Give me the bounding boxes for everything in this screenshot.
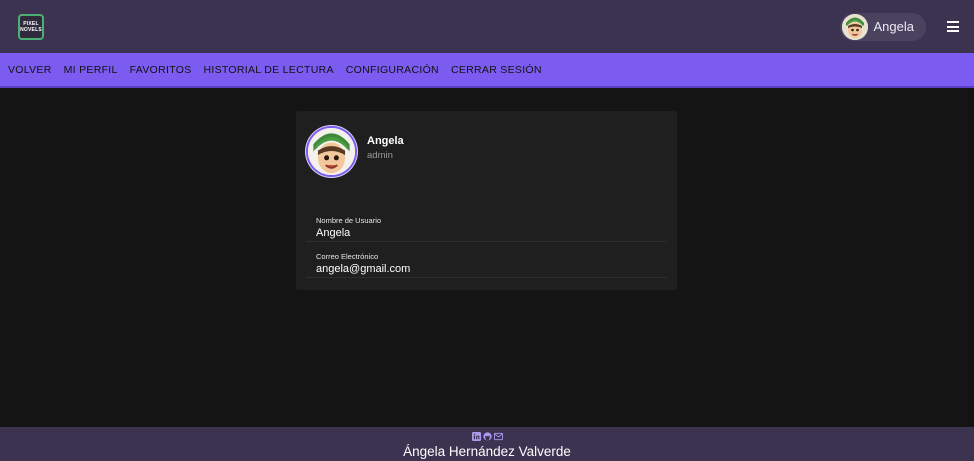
footer-author: Ángela Hernández Valverde <box>403 444 571 459</box>
profile-navbar: VOLVER MI PERFIL FAVORITOS HISTORIAL DE … <box>0 53 974 88</box>
social-links <box>471 431 503 441</box>
email-label: Correo Electrónico <box>316 252 379 261</box>
logo-text: PIXEL NOVELS <box>20 20 42 33</box>
username-value: Angela <box>316 227 351 239</box>
pixel-novels-logo[interactable]: PIXEL NOVELS <box>18 13 44 40</box>
profile-text: Angela admin <box>367 135 404 161</box>
email-value: angela@gmail.com <box>316 263 411 275</box>
hamburger-menu-icon[interactable] <box>942 16 964 38</box>
nav-cerrar-sesion[interactable]: CERRAR SESIÓN <box>445 64 548 76</box>
header-right: Angela <box>839 12 964 41</box>
username-field: Nombre de Usuario Angela <box>306 216 667 242</box>
top-header: PIXEL NOVELS Angela <box>0 0 974 53</box>
nav-configuracion[interactable]: CONFIGURACIÓN <box>340 64 445 76</box>
avatar <box>841 13 868 40</box>
user-name: Angela <box>873 19 914 34</box>
profile-avatar <box>306 126 357 177</box>
nav-favoritos[interactable]: FAVORITOS <box>124 64 198 76</box>
profile-name: Angela <box>367 134 404 147</box>
page-footer: Ángela Hernández Valverde <box>0 427 974 461</box>
email-field: Correo Electrónico angela@gmail.com <box>306 252 667 278</box>
linkedin-icon[interactable] <box>471 431 481 441</box>
profile-card: Angela admin Nombre de Usuario Angela Co… <box>296 111 677 290</box>
user-menu-chip[interactable]: Angela <box>839 12 926 41</box>
github-icon[interactable] <box>482 431 492 441</box>
nav-historial[interactable]: HISTORIAL DE LECTURA <box>198 64 340 76</box>
profile-role: admin <box>367 149 393 161</box>
profile-header: Angela admin <box>306 126 404 177</box>
nav-volver[interactable]: VOLVER <box>2 64 58 76</box>
username-label: Nombre de Usuario <box>316 216 382 225</box>
mail-icon[interactable] <box>493 432 503 441</box>
nav-mi-perfil[interactable]: MI PERFIL <box>58 64 124 76</box>
